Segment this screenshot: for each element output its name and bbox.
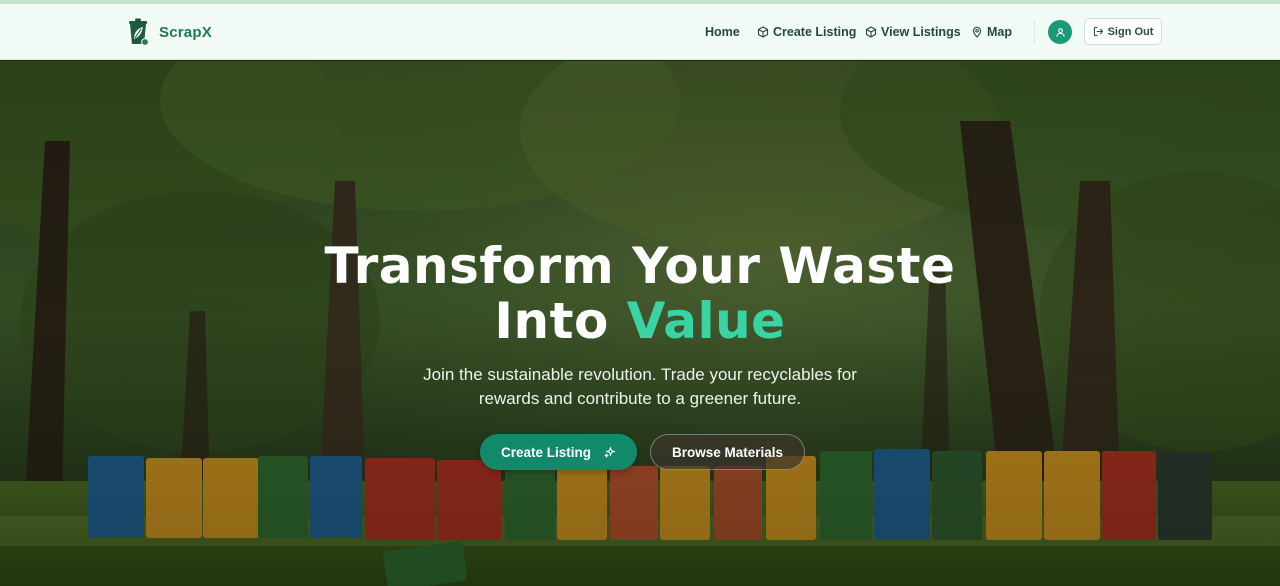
create-listing-cta-label: Create Listing: [500, 444, 592, 460]
hero-section: Transform Your Waste Into Value Join the…: [0, 61, 1280, 586]
nav-map-link[interactable]: Map: [971, 22, 1012, 42]
map-pin-icon: [972, 26, 982, 38]
nav-home-link[interactable]: Home: [705, 22, 740, 42]
sign-out-button[interactable]: Sign Out: [1084, 18, 1162, 45]
browse-materials-cta-label: Browse Materials: [671, 444, 784, 460]
hero-subtitle-line2: rewards and contribute to a greener futu…: [478, 389, 802, 408]
package-icon: [865, 26, 877, 38]
package-icon: [757, 26, 769, 38]
nav-home-label: Home: [705, 25, 740, 39]
browse-materials-cta-button[interactable]: Browse Materials: [650, 434, 805, 470]
user-icon: [1055, 27, 1065, 37]
hero-title: Transform Your Waste Into Value: [0, 239, 1280, 349]
nav-divider: [1034, 20, 1035, 44]
hero-subtitle-line1: Join the sustainable revolution. Trade y…: [423, 365, 857, 384]
nav-view-listings-link[interactable]: View Listings: [865, 22, 961, 42]
hero-title-line1: Transform Your Waste: [324, 237, 956, 295]
navbar: ScrapX Home Create Listing View Listings: [0, 4, 1280, 60]
nav-create-listing-label: Create Listing: [773, 25, 857, 39]
sparkles-icon: [604, 447, 616, 458]
sign-out-label: Sign Out: [1107, 25, 1154, 38]
nav-map-label: Map: [987, 25, 1012, 39]
hero-title-accent: Value: [626, 292, 786, 350]
create-listing-cta-button[interactable]: Create Listing: [480, 434, 637, 470]
user-avatar-button[interactable]: [1048, 20, 1072, 44]
nav-view-listings-label: View Listings: [881, 25, 961, 39]
hero-title-line2-plain: Into: [494, 292, 609, 350]
logout-icon: [1093, 26, 1103, 37]
nav-create-listing-link[interactable]: Create Listing: [757, 22, 856, 42]
hero-subtitle: Join the sustainable revolution. Trade y…: [0, 363, 1280, 411]
